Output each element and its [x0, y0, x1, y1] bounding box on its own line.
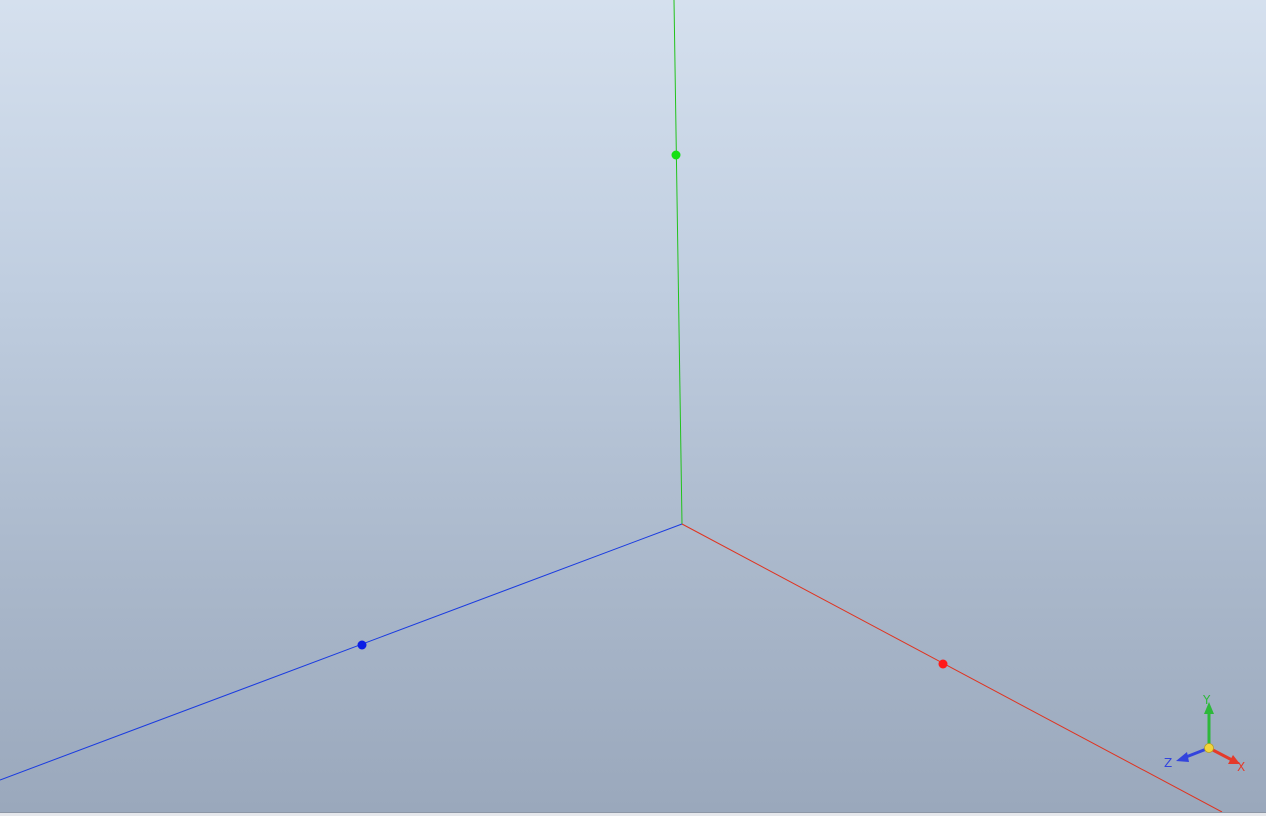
x-axis-line[interactable]	[681, 523, 1223, 812]
z-axis-handle[interactable]	[357, 640, 367, 650]
triad-label-z: Z	[1164, 756, 1172, 770]
triad-label-y: Y	[1202, 693, 1211, 707]
y-axis-handle[interactable]	[671, 150, 681, 160]
triad-label-x: X	[1237, 760, 1245, 774]
3d-viewport[interactable]: Y X Z	[0, 0, 1266, 812]
orientation-triad-icon: Y X Z	[1164, 693, 1245, 774]
axes-scene[interactable]	[0, 0, 1266, 812]
viewport-bottom-border	[0, 812, 1266, 816]
x-axis-handle[interactable]	[938, 659, 948, 669]
y-axis-line[interactable]	[673, 0, 683, 525]
z-axis-line[interactable]	[0, 523, 683, 781]
